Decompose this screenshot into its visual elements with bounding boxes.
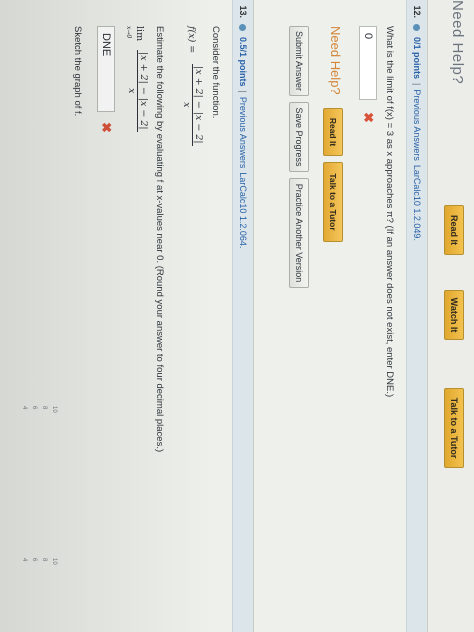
problem-reference: LarCalc10 1.2.049. — [412, 164, 422, 241]
function-fraction: |x + 2| − |x − 2| x — [181, 64, 204, 146]
submit-answer-button[interactable]: Submit Answer — [289, 26, 309, 96]
talk-to-tutor-button-top[interactable]: Talk to a Tutor — [444, 388, 464, 468]
question-12: 12. 0/1 points | Previous Answers LarCal… — [253, 0, 428, 632]
question-number: 12. — [412, 5, 422, 18]
tick-label: 6 — [31, 406, 37, 410]
incorrect-x-icon: ✖ — [99, 122, 114, 133]
question-13: 13. 0.5/1 points | Previous Answers LarC… — [0, 0, 254, 632]
limit-subscript: x→0 — [125, 26, 132, 39]
tick-label: 8 — [41, 406, 47, 410]
question-13-header: 13. 0.5/1 points | Previous Answers LarC… — [232, 0, 253, 632]
tick-label: 4 — [21, 406, 27, 410]
save-progress-button[interactable]: Save Progress — [289, 102, 309, 172]
limit-numerator: |x + 2| − |x − 2| — [137, 50, 149, 132]
tick-label: 4 — [21, 558, 27, 562]
limit-answer-input[interactable]: DNE — [97, 26, 115, 112]
read-it-button[interactable]: Read It — [323, 108, 343, 156]
tick-label: 10 — [51, 406, 57, 413]
question-number: 13. — [238, 5, 248, 18]
points-label: 0.5/1 points — [238, 37, 248, 87]
limit-denominator: x — [126, 88, 137, 94]
previous-answers-link[interactable]: Previous Answers — [238, 97, 248, 169]
tick-label: 8 — [41, 558, 47, 562]
status-dot-icon — [239, 24, 247, 31]
limit-word: lim — [134, 26, 145, 42]
question-text: What is the limit of f(x) = 3 as x appro… — [384, 26, 395, 398]
estimate-text: Estimate the following by evaluating f a… — [154, 26, 165, 453]
need-help-label: Need Help? — [328, 26, 343, 95]
watch-it-button-top[interactable]: Watch It — [444, 290, 464, 340]
sketch-text: Sketch the graph of f. — [72, 26, 83, 117]
incorrect-x-icon: ✖ — [361, 112, 376, 123]
webassign-page: Need Help? Read It Watch It Talk to a Tu… — [0, 0, 474, 632]
separator: | — [412, 83, 422, 86]
talk-to-tutor-button[interactable]: Talk to a Tutor — [323, 162, 343, 242]
need-help-label-cut: Need Help? — [449, 0, 466, 85]
function-lhs: f(x) = — [186, 26, 197, 54]
problem-reference: LarCalc10 1.2.064. — [238, 172, 248, 249]
question-12-header: 12. 0/1 points | Previous Answers LarCal… — [406, 0, 427, 632]
function-denominator: x — [181, 102, 192, 108]
tick-label: 10 — [51, 558, 57, 565]
points-label: 0/1 points — [412, 37, 422, 80]
answer-input[interactable]: 0 — [359, 26, 377, 100]
status-dot-icon — [413, 24, 421, 31]
read-it-button-top[interactable]: Read It — [444, 205, 464, 255]
consider-text: Consider the function. — [210, 26, 221, 119]
practice-another-version-button[interactable]: Practice Another Version — [289, 178, 309, 288]
previous-answers-link[interactable]: Previous Answers — [412, 89, 422, 161]
previous-question-footer: Need Help? Read It Watch It Talk to a Tu… — [428, 0, 474, 632]
limit-fraction: |x + 2| − |x − 2| x — [126, 50, 149, 132]
function-numerator: |x + 2| − |x − 2| — [192, 64, 204, 146]
separator: | — [238, 90, 248, 93]
tick-label: 6 — [31, 558, 37, 562]
